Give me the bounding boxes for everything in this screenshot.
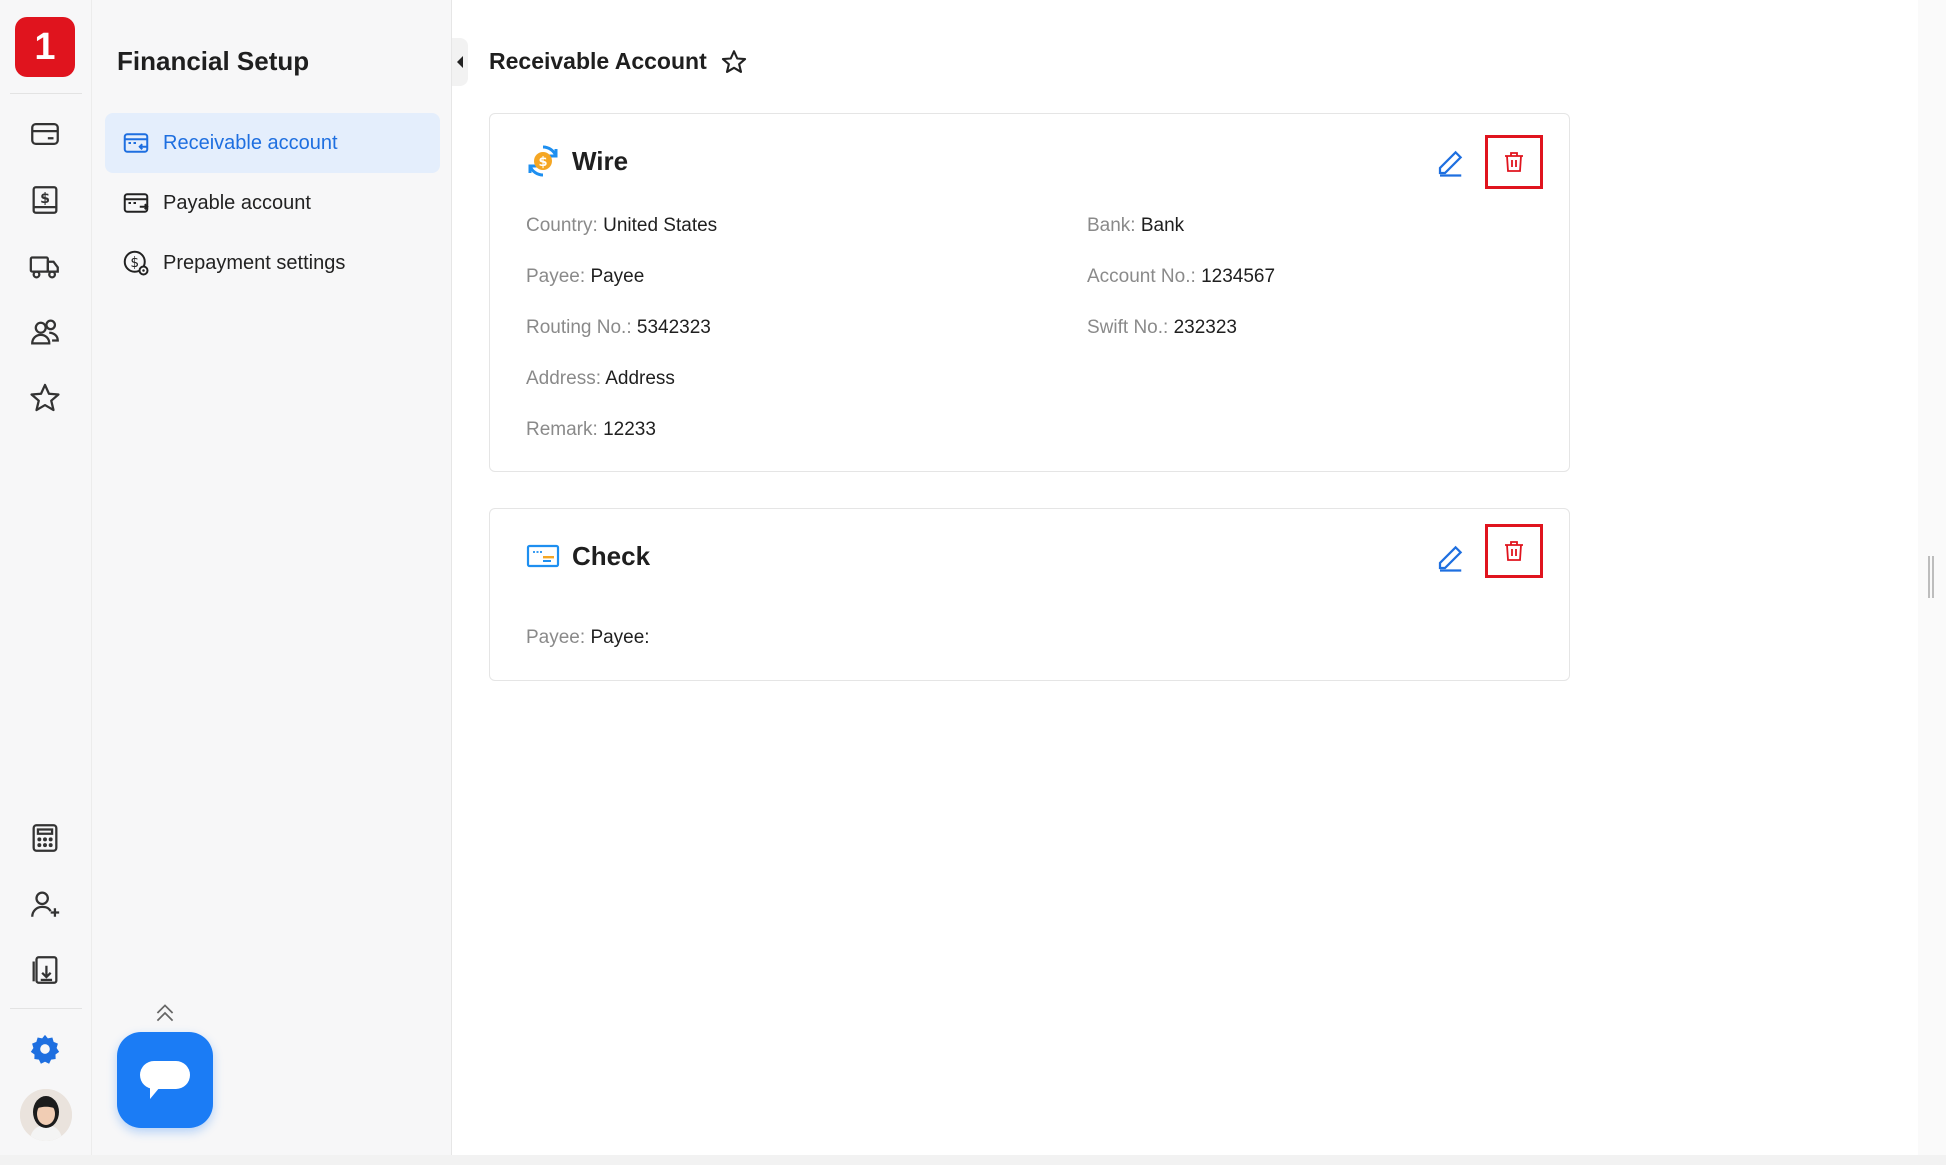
card-title: Check [572, 540, 651, 571]
delete-button[interactable] [1485, 135, 1543, 189]
truck-icon[interactable] [21, 242, 69, 290]
app-logo[interactable]: 1 [15, 17, 75, 77]
card-header: Check [526, 539, 650, 573]
payable-card-icon [123, 193, 149, 213]
delete-button[interactable] [1485, 524, 1543, 578]
financial-setup-panel: Financial Setup Receivable account Payab… [92, 0, 452, 1155]
sidebar-item-prepayment-settings[interactable]: $ Prepayment settings [105, 233, 440, 293]
card-header: $ Wire [526, 144, 628, 178]
add-user-icon[interactable] [21, 880, 69, 928]
svg-text:$: $ [538, 155, 547, 170]
users-icon[interactable] [21, 308, 69, 356]
resize-handle[interactable] [1928, 556, 1934, 598]
field-remark: Remark: 12233 [526, 419, 656, 440]
wire-dollar-icon: $ [528, 145, 558, 177]
wire-account-card: $ Wire Country: United States Payee: Pay… [489, 113, 1570, 472]
field-address: Address: Address [526, 368, 675, 389]
trash-icon [1505, 152, 1523, 172]
double-chevron-up-icon[interactable] [152, 1000, 178, 1026]
sidebar-item-payable-account[interactable]: Payable account [105, 173, 440, 233]
user-avatar[interactable] [20, 1089, 72, 1141]
sidebar-item-label: Prepayment settings [163, 251, 346, 274]
collapse-panel-button[interactable] [452, 38, 468, 86]
gear-icon[interactable] [21, 1025, 69, 1073]
svg-text:$: $ [130, 255, 139, 271]
card-title: Wire [572, 145, 629, 176]
favorite-star-icon[interactable] [720, 48, 748, 76]
field-swift-no: Swift No.: 232323 [1087, 317, 1237, 338]
chat-bubble-icon [140, 1061, 190, 1099]
svg-text:$: $ [40, 191, 50, 207]
invoice-dollar-icon[interactable]: $ [21, 176, 69, 224]
calculator-icon[interactable] [21, 814, 69, 862]
trash-icon [1505, 541, 1523, 561]
icon-rail: 1 $ [0, 0, 92, 1155]
sidebar-item-label: Payable account [163, 191, 311, 214]
panel-title: Financial Setup [117, 46, 310, 76]
rail-divider [10, 93, 82, 94]
field-bank: Bank: Bank [1087, 215, 1185, 236]
field-routing-no: Routing No.: 5342323 [526, 317, 711, 338]
sidebar-item-receivable-account[interactable]: Receivable account [105, 113, 440, 173]
edit-icon[interactable] [1435, 543, 1465, 573]
sidebar-item-label: Receivable account [163, 131, 338, 154]
field-payee: Payee: Payee [526, 266, 645, 287]
chat-button[interactable] [117, 1032, 213, 1128]
field-payee: Payee: Payee: [526, 627, 650, 648]
field-country: Country: United States [526, 215, 718, 236]
check-account-card: Check Payee: Payee: [489, 508, 1570, 681]
rail-divider [10, 1008, 82, 1009]
bottom-gutter [0, 1155, 1946, 1165]
card-icon[interactable] [21, 110, 69, 158]
prepayment-icon: $ [123, 250, 149, 276]
page-title: Receivable Account [489, 48, 707, 74]
field-account-no: Account No.: 1234567 [1087, 266, 1276, 287]
check-icon [526, 544, 560, 568]
receivable-card-icon [123, 133, 149, 153]
star-icon[interactable] [21, 374, 69, 422]
edit-icon[interactable] [1435, 148, 1465, 178]
export-icon[interactable] [21, 946, 69, 994]
